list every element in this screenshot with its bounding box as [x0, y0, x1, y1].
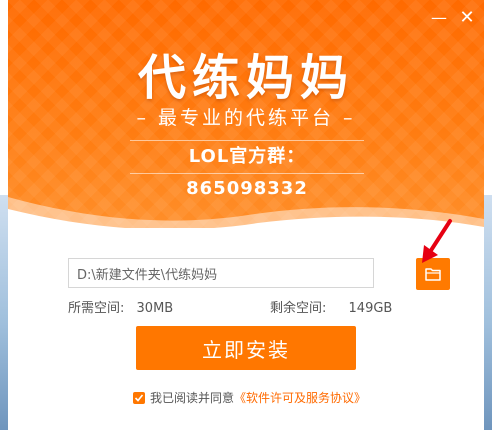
folder-icon [425, 268, 441, 281]
install-path-input[interactable] [68, 258, 374, 288]
minimize-button[interactable]: — [428, 8, 450, 28]
qq-group-block: LOL官方群：865098332 [130, 140, 364, 199]
required-space-value: 30MB [136, 301, 174, 316]
desktop-background-left [0, 195, 8, 430]
license-agreement-link[interactable]: 《软件许可及服务协议》 [234, 389, 366, 406]
installer-frame: — ✕ 代练妈妈 – 最专业的代练平台 – LOL官方群：865098332 所… [8, 0, 484, 430]
check-icon [134, 393, 144, 402]
required-space: 所需空间: 30MB [68, 297, 173, 316]
required-space-label: 所需空间: [68, 301, 125, 316]
agreement-text: 我已阅读并同意 [150, 391, 235, 405]
app-logo: 代练妈妈 [137, 50, 354, 106]
header-banner: — ✕ 代练妈妈 – 最专业的代练平台 – LOL官方群：865098332 [8, 0, 484, 235]
agreement-checkbox[interactable] [133, 391, 145, 404]
agreement-row: 我已阅读并同意 《软件许可及服务协议》 [133, 389, 366, 406]
installer-window: — ✕ 代练妈妈 – 最专业的代练平台 – LOL官方群：865098332 所… [0, 0, 492, 430]
remaining-space: 剩余空间: 149GB [270, 297, 392, 316]
slogan: – 最专业的代练平台 – [136, 107, 356, 129]
close-button[interactable]: ✕ [456, 8, 478, 28]
red-arrow-annotation [422, 219, 452, 263]
remaining-space-value: 149GB [348, 301, 393, 316]
qq-group-text: LOL官方群：865098332 [186, 146, 308, 199]
desktop-background-right [484, 195, 492, 430]
remaining-space-label: 剩余空间: [270, 301, 327, 316]
install-now-button[interactable]: 立即安装 [136, 326, 356, 370]
